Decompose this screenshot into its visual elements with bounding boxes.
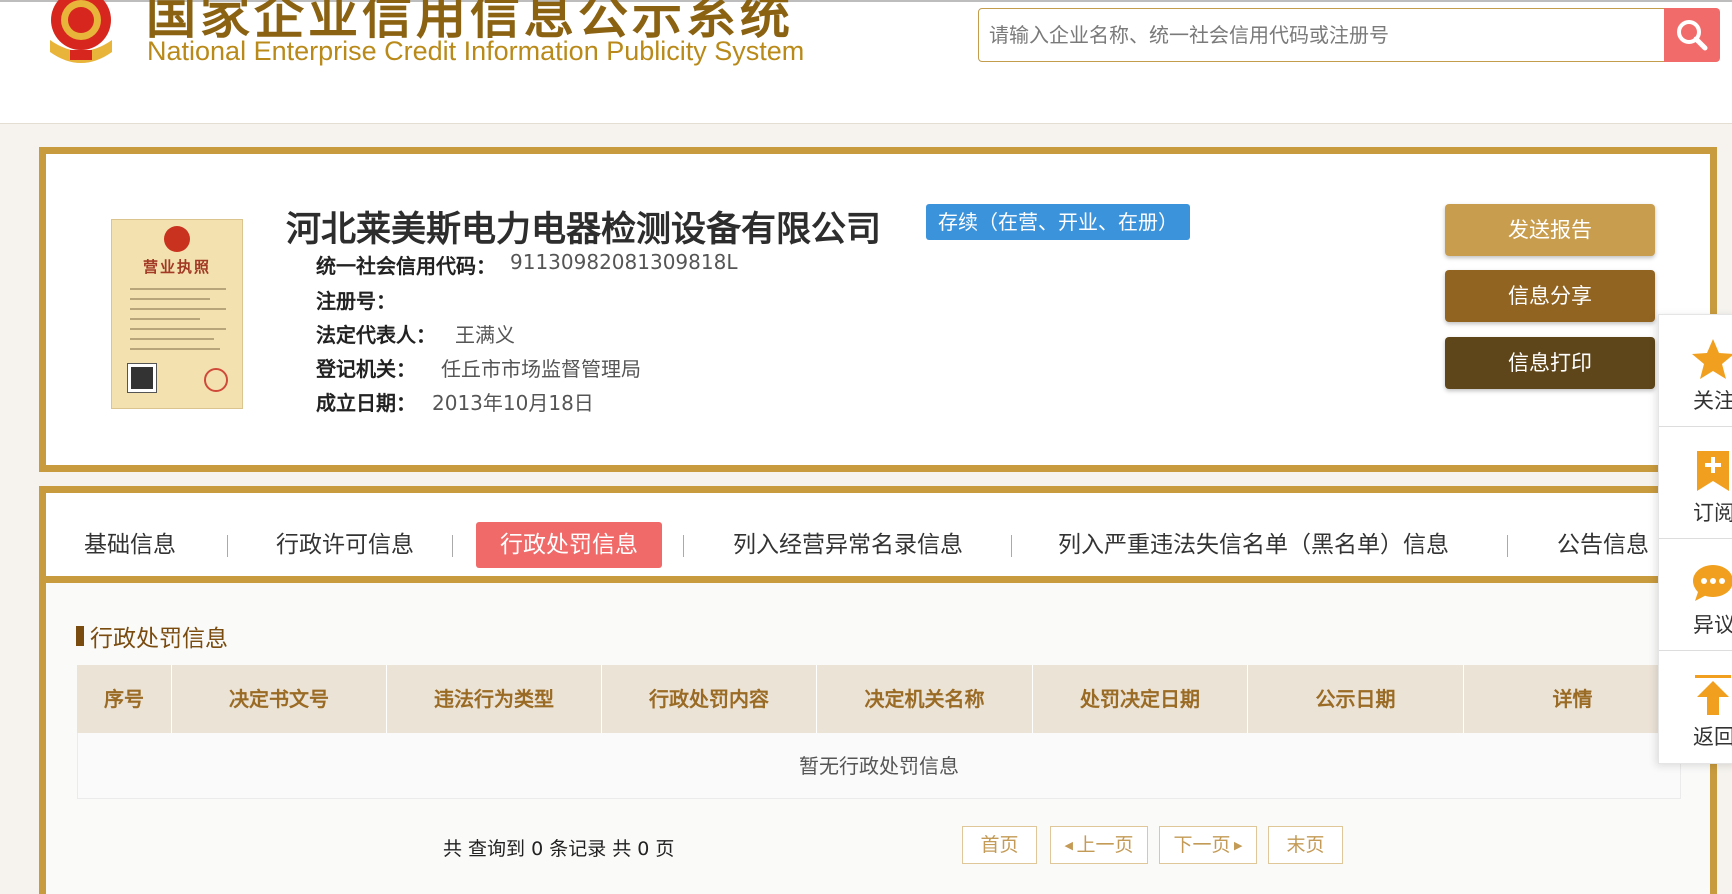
license-line (130, 308, 226, 310)
sidebar-subscribe-label: 订阅 (1693, 501, 1732, 525)
info-label: 统一社会信用代码： (316, 254, 496, 278)
sidebar-objection-label: 异议 (1693, 613, 1732, 637)
penalty-table: 序号 决定书文号 违法行为类型 行政处罚内容 决定机关名称 处罚决定日期 公示日… (77, 665, 1681, 799)
arrow-up-icon (1695, 675, 1731, 715)
column-header: 详情 (1552, 687, 1593, 711)
sidebar-objection[interactable]: 异议 (1659, 539, 1732, 651)
section-title: 行政处罚信息 (76, 619, 228, 653)
floating-sidebar: 关注 订阅 异议 返回 (1658, 314, 1732, 764)
business-license-thumbnail[interactable]: 营业执照 (111, 219, 243, 409)
tab-admin-license[interactable]: 行政许可信息 (276, 522, 414, 568)
tab-separator (452, 535, 453, 557)
info-row-legal-rep: 法定代表人： 王满义 (316, 319, 515, 348)
company-summary-panel: 营业执照 河北莱美斯电力电器检测设备有限公司 存续（在营、开业、在册） 统一社会… (39, 147, 1717, 472)
search-input[interactable] (989, 9, 1629, 61)
column-header: 违法行为类型 (387, 665, 602, 733)
license-seal-icon (164, 226, 190, 252)
site-header: 国家企业信用信息公示系统 National Enterprise Credit … (0, 0, 1732, 124)
bookmark-plus-icon (1697, 451, 1729, 491)
info-row-authority: 登记机关： 任丘市市场监督管理局 (316, 353, 641, 382)
sidebar-back-to-top[interactable]: 返回 (1659, 651, 1732, 763)
info-value: 任丘市市场监督管理局 (441, 357, 641, 381)
info-row-credit-code: 统一社会信用代码： 91130982081309818L (316, 250, 737, 279)
sidebar-follow-label: 关注 (1693, 389, 1732, 413)
search-icon (1677, 20, 1708, 51)
license-stamp-icon (204, 368, 228, 392)
tab-separator (683, 535, 684, 557)
next-page-button[interactable]: 下一页 ▶ (1159, 826, 1257, 864)
sidebar-back-label: 返回 (1693, 725, 1732, 749)
info-value: 2013年10月18日 (432, 391, 594, 415)
column-header: 决定机关名称 (817, 665, 1033, 733)
arrow-right-icon: ▶ (1230, 839, 1243, 852)
tab-basic-info[interactable]: 基础信息 (84, 522, 176, 568)
prev-page-button[interactable]: ◀ 上一页 (1050, 826, 1148, 864)
license-line (130, 288, 226, 290)
license-line (130, 318, 200, 320)
qr-code-icon (127, 363, 157, 393)
license-line (130, 328, 226, 330)
first-page-button[interactable]: 首页 (962, 826, 1037, 864)
company-name: 河北莱美斯电力电器检测设备有限公司 (286, 210, 882, 250)
column-header: 序号 (77, 665, 172, 733)
info-label: 法定代表人： (316, 323, 436, 347)
national-emblem-icon (50, 0, 112, 63)
star-icon (1692, 339, 1732, 379)
info-row-reg-number: 注册号： (316, 285, 396, 314)
search-button[interactable] (1664, 8, 1720, 62)
info-value: 王满义 (455, 323, 515, 347)
license-line (130, 298, 210, 300)
tab-abnormal-list[interactable]: 列入经营异常名录信息 (733, 522, 963, 568)
info-value: 91130982081309818L (510, 250, 738, 274)
license-line (130, 338, 214, 340)
license-title: 营业执照 (142, 258, 211, 276)
prev-page-label: 上一页 (1076, 834, 1134, 856)
chat-bubble-icon (1693, 565, 1732, 601)
sidebar-subscribe[interactable]: 订阅 (1659, 427, 1732, 539)
pager-info: 共 查询到 0 条记录 共 0 页 (443, 838, 675, 860)
print-info-button[interactable]: 信息打印 (1445, 337, 1655, 389)
tab-admin-penalty[interactable]: 行政处罚信息 (476, 522, 662, 568)
status-badge: 存续（在营、开业、在册） (926, 204, 1190, 240)
tab-announcements[interactable]: 公告信息 (1557, 522, 1649, 568)
share-info-button[interactable]: 信息分享 (1445, 270, 1655, 322)
tab-separator (1011, 535, 1012, 557)
detail-panel: 基础信息 行政许可信息 行政处罚信息 列入经营异常名录信息 列入严重违法失信名单… (39, 486, 1717, 894)
next-page-label: 下一页 (1173, 834, 1231, 856)
tab-separator (227, 535, 228, 557)
logo-english-title: National Enterprise Credit Information P… (147, 36, 805, 66)
info-label: 成立日期： (316, 391, 416, 415)
info-label: 登记机关： (316, 357, 416, 381)
tab-separator (1507, 535, 1508, 557)
sidebar-follow[interactable]: 关注 (1659, 315, 1732, 427)
column-header: 处罚决定日期 (1033, 665, 1248, 733)
search-box (978, 8, 1720, 62)
license-line (130, 348, 220, 350)
arrow-left-icon: ◀ (1064, 839, 1077, 852)
column-header: 决定书文号 (172, 665, 387, 733)
empty-table-message: 暂无行政处罚信息 (77, 733, 1681, 799)
info-label: 注册号： (316, 289, 396, 313)
send-report-button[interactable]: 发送报告 (1445, 204, 1655, 256)
column-header: 公示日期 (1248, 665, 1464, 733)
table-header: 序号 决定书文号 违法行为类型 行政处罚内容 决定机关名称 处罚决定日期 公示日… (77, 665, 1681, 733)
last-page-button[interactable]: 末页 (1268, 826, 1343, 864)
column-header: 行政处罚内容 (602, 665, 817, 733)
info-row-established: 成立日期： 2013年10月18日 (316, 387, 594, 416)
tab-blacklist[interactable]: 列入严重违法失信名单（黑名单）信息 (1058, 522, 1449, 568)
tab-bar: 基础信息 行政许可信息 行政处罚信息 列入经营异常名录信息 列入严重违法失信名单… (46, 493, 1710, 583)
